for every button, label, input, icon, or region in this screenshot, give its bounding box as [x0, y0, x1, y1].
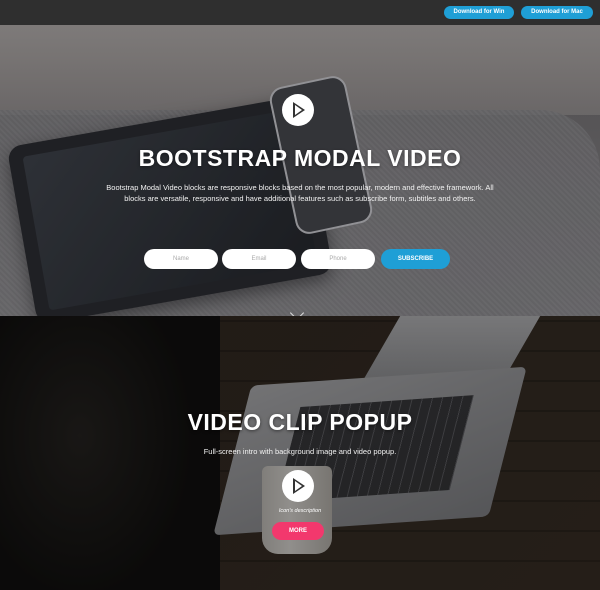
- section-description: Full-screen intro with background image …: [203, 447, 397, 456]
- icon-caption: Icon's description: [278, 508, 322, 514]
- hero-video-clip-section: VIDEO CLIP POPUP Full-screen intro with …: [0, 316, 600, 590]
- hero-title: BOOTSTRAP MODAL VIDEO: [138, 145, 462, 171]
- play-icon: [293, 102, 305, 118]
- play-icon: [293, 478, 305, 494]
- top-navbar: Download for Win Download for Mac: [0, 0, 600, 25]
- email-input[interactable]: Email: [222, 249, 296, 269]
- download-win-button[interactable]: Download for Win: [444, 6, 514, 19]
- hero-modal-video-section: BOOTSTRAP MODAL VIDEO Bootstrap Modal Vi…: [0, 25, 600, 316]
- phone-input[interactable]: Phone: [301, 249, 375, 269]
- more-button[interactable]: MORE: [272, 522, 324, 540]
- hero-description: Bootstrap Modal Video blocks are respons…: [106, 183, 494, 203]
- subscribe-button[interactable]: SUBSCRIBE: [381, 249, 450, 269]
- play-video-button[interactable]: [282, 470, 314, 502]
- section-title: VIDEO CLIP POPUP: [187, 409, 413, 435]
- play-video-button[interactable]: [282, 94, 314, 126]
- download-mac-button[interactable]: Download for Mac: [521, 6, 593, 19]
- name-input[interactable]: Name: [144, 249, 218, 269]
